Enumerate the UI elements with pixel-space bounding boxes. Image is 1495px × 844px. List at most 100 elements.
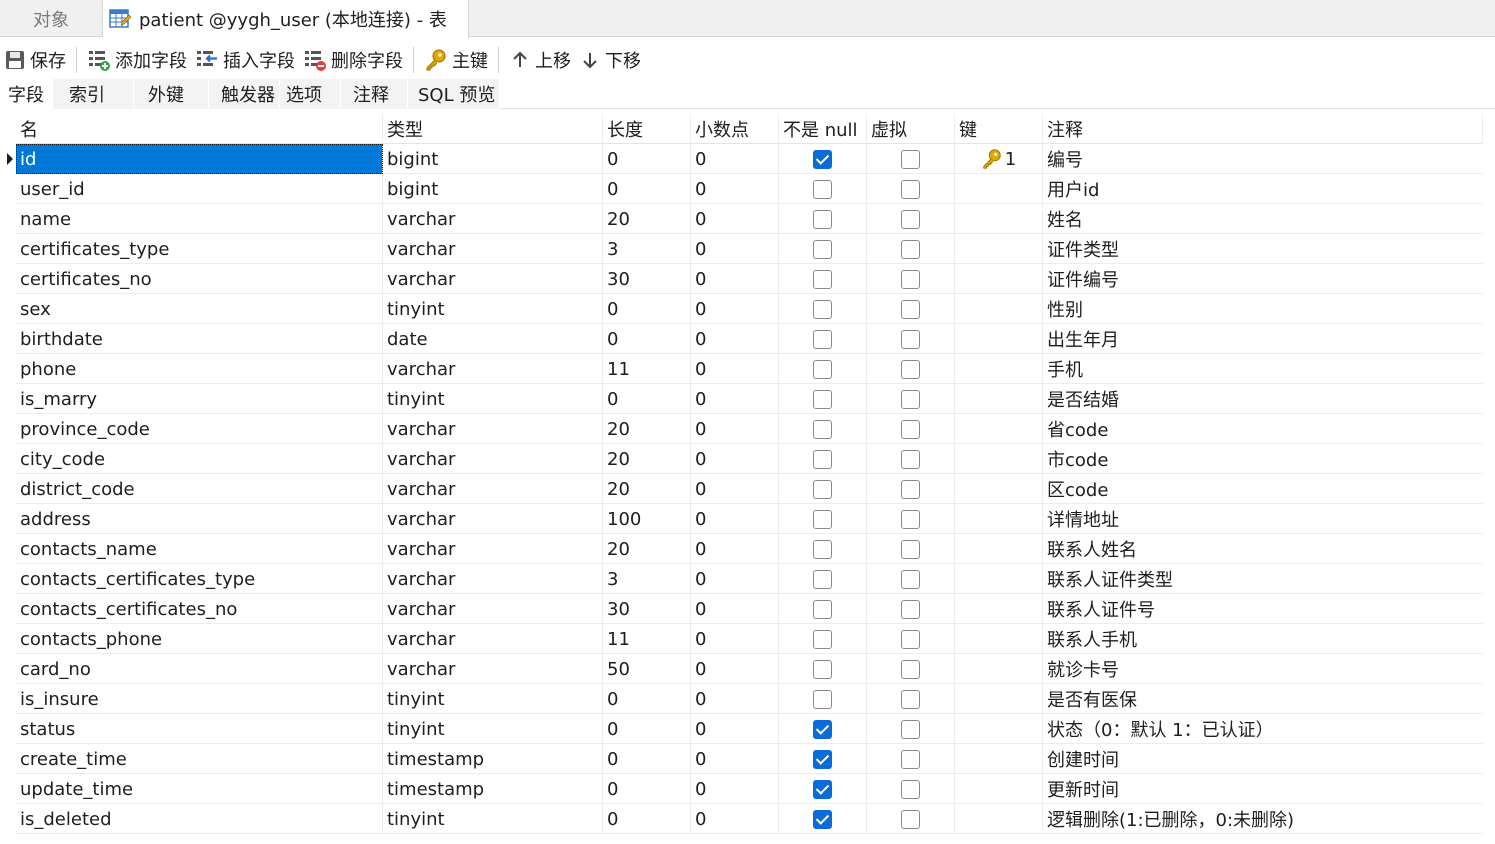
field-name-cell[interactable]: is_deleted: [16, 804, 383, 834]
table-row[interactable]: contacts_name varchar 20 0 联系人姓名: [16, 534, 1483, 564]
field-length-cell[interactable]: 100: [603, 504, 691, 534]
field-name-cell[interactable]: contacts_name: [16, 534, 383, 564]
tab-objects[interactable]: 对象: [0, 0, 103, 37]
field-name-cell[interactable]: is_marry: [16, 384, 383, 414]
field-length-cell[interactable]: 20: [603, 534, 691, 564]
table-row[interactable]: phone varchar 11 0 手机: [16, 354, 1483, 384]
field-name-cell[interactable]: sex: [16, 294, 383, 324]
field-key-cell[interactable]: [955, 594, 1043, 624]
virtual-checkbox[interactable]: [901, 209, 920, 229]
field-name-cell[interactable]: address: [16, 504, 383, 534]
virtual-checkbox[interactable]: [901, 269, 920, 289]
table-row[interactable]: card_no varchar 50 0 就诊卡号: [16, 654, 1483, 684]
field-key-cell[interactable]: [955, 174, 1043, 204]
field-name-cell[interactable]: card_no: [16, 654, 383, 684]
field-length-cell[interactable]: 0: [603, 744, 691, 774]
field-name-cell[interactable]: contacts_certificates_type: [16, 564, 383, 594]
column-header-not-null[interactable]: 不是 null: [779, 114, 867, 144]
field-comment-cell[interactable]: 姓名: [1043, 204, 1483, 234]
tab-fields[interactable]: 字段: [0, 79, 53, 109]
table-row[interactable]: province_code varchar 20 0 省code: [16, 414, 1483, 444]
field-length-cell[interactable]: 0: [603, 384, 691, 414]
field-decimals-cell[interactable]: 0: [691, 324, 779, 354]
field-comment-cell[interactable]: 区code: [1043, 474, 1483, 504]
field-name-cell[interactable]: status: [16, 714, 383, 744]
field-length-cell[interactable]: 30: [603, 594, 691, 624]
tab-foreign-keys[interactable]: 外键: [134, 79, 209, 109]
field-type-cell[interactable]: varchar: [383, 474, 603, 504]
field-type-cell[interactable]: varchar: [383, 594, 603, 624]
column-header-comment[interactable]: 注释: [1043, 114, 1483, 144]
field-comment-cell[interactable]: 省code: [1043, 414, 1483, 444]
field-comment-cell[interactable]: 性别: [1043, 294, 1483, 324]
field-decimals-cell[interactable]: 0: [691, 294, 779, 324]
field-decimals-cell[interactable]: 0: [691, 444, 779, 474]
tab-sql-preview[interactable]: SQL 预览: [408, 79, 501, 109]
virtual-checkbox[interactable]: [901, 719, 920, 739]
not-null-checkbox[interactable]: [813, 359, 832, 379]
field-comment-cell[interactable]: 联系人证件号: [1043, 594, 1483, 624]
table-row[interactable]: district_code varchar 20 0 区code: [16, 474, 1483, 504]
not-null-checkbox[interactable]: [813, 539, 832, 559]
virtual-checkbox[interactable]: [901, 389, 920, 409]
field-type-cell[interactable]: varchar: [383, 654, 603, 684]
field-decimals-cell[interactable]: 0: [691, 474, 779, 504]
virtual-checkbox[interactable]: [901, 689, 920, 709]
table-row[interactable]: certificates_type varchar 3 0 证件类型: [16, 234, 1483, 264]
field-type-cell[interactable]: tinyint: [383, 384, 603, 414]
field-comment-cell[interactable]: 手机: [1043, 354, 1483, 384]
field-key-cell[interactable]: [955, 564, 1043, 594]
virtual-checkbox[interactable]: [901, 809, 920, 829]
tab-indexes[interactable]: 索引: [53, 79, 134, 109]
virtual-checkbox[interactable]: [901, 539, 920, 559]
field-comment-cell[interactable]: 逻辑删除(1:已删除，0:未删除): [1043, 804, 1483, 834]
field-decimals-cell[interactable]: 0: [691, 144, 779, 174]
not-null-checkbox[interactable]: [813, 749, 832, 769]
field-key-cell[interactable]: [955, 684, 1043, 714]
field-key-cell[interactable]: [955, 654, 1043, 684]
column-header-name[interactable]: 名: [16, 114, 383, 144]
field-type-cell[interactable]: varchar: [383, 564, 603, 594]
not-null-checkbox[interactable]: [813, 449, 832, 469]
virtual-checkbox[interactable]: [901, 479, 920, 499]
table-row[interactable]: user_id bigint 0 0 用户id: [16, 174, 1483, 204]
not-null-checkbox[interactable]: [813, 209, 832, 229]
table-row[interactable]: is_deleted tinyint 0 0 逻辑删除(1:已删除，0:未删除): [16, 804, 1483, 834]
table-row[interactable]: birthdate date 0 0 出生年月: [16, 324, 1483, 354]
table-row[interactable]: id bigint 0 0 1 编号: [7, 144, 1483, 174]
not-null-checkbox[interactable]: [813, 149, 832, 169]
field-key-cell[interactable]: [955, 804, 1043, 834]
field-type-cell[interactable]: varchar: [383, 624, 603, 654]
field-name-cell[interactable]: name: [16, 204, 383, 234]
field-type-cell[interactable]: varchar: [383, 234, 603, 264]
field-type-cell[interactable]: varchar: [383, 354, 603, 384]
column-header-length[interactable]: 长度: [603, 114, 691, 144]
not-null-checkbox[interactable]: [813, 419, 832, 439]
not-null-checkbox[interactable]: [813, 269, 832, 289]
virtual-checkbox[interactable]: [901, 419, 920, 439]
field-length-cell[interactable]: 3: [603, 564, 691, 594]
field-comment-cell[interactable]: 是否结婚: [1043, 384, 1483, 414]
column-header-virtual[interactable]: 虚拟: [867, 114, 955, 144]
not-null-checkbox[interactable]: [813, 479, 832, 499]
table-row[interactable]: sex tinyint 0 0 性别: [16, 294, 1483, 324]
field-length-cell[interactable]: 0: [603, 144, 691, 174]
move-up-button[interactable]: 上移: [505, 45, 575, 75]
field-key-cell[interactable]: [955, 504, 1043, 534]
field-comment-cell[interactable]: 出生年月: [1043, 324, 1483, 354]
field-length-cell[interactable]: 3: [603, 234, 691, 264]
virtual-checkbox[interactable]: [901, 779, 920, 799]
table-row[interactable]: contacts_certificates_no varchar 30 0 联系人证件号: [16, 594, 1483, 624]
virtual-checkbox[interactable]: [901, 629, 920, 649]
field-comment-cell[interactable]: 联系人手机: [1043, 624, 1483, 654]
field-key-cell[interactable]: [955, 534, 1043, 564]
not-null-checkbox[interactable]: [813, 779, 832, 799]
field-comment-cell[interactable]: 联系人证件类型: [1043, 564, 1483, 594]
delete-field-button[interactable]: 删除字段: [299, 45, 407, 75]
insert-field-button[interactable]: 插入字段: [191, 45, 299, 75]
not-null-checkbox[interactable]: [813, 629, 832, 649]
field-key-cell[interactable]: [955, 474, 1043, 504]
field-comment-cell[interactable]: 证件编号: [1043, 264, 1483, 294]
column-header-type[interactable]: 类型: [383, 114, 603, 144]
virtual-checkbox[interactable]: [901, 509, 920, 529]
